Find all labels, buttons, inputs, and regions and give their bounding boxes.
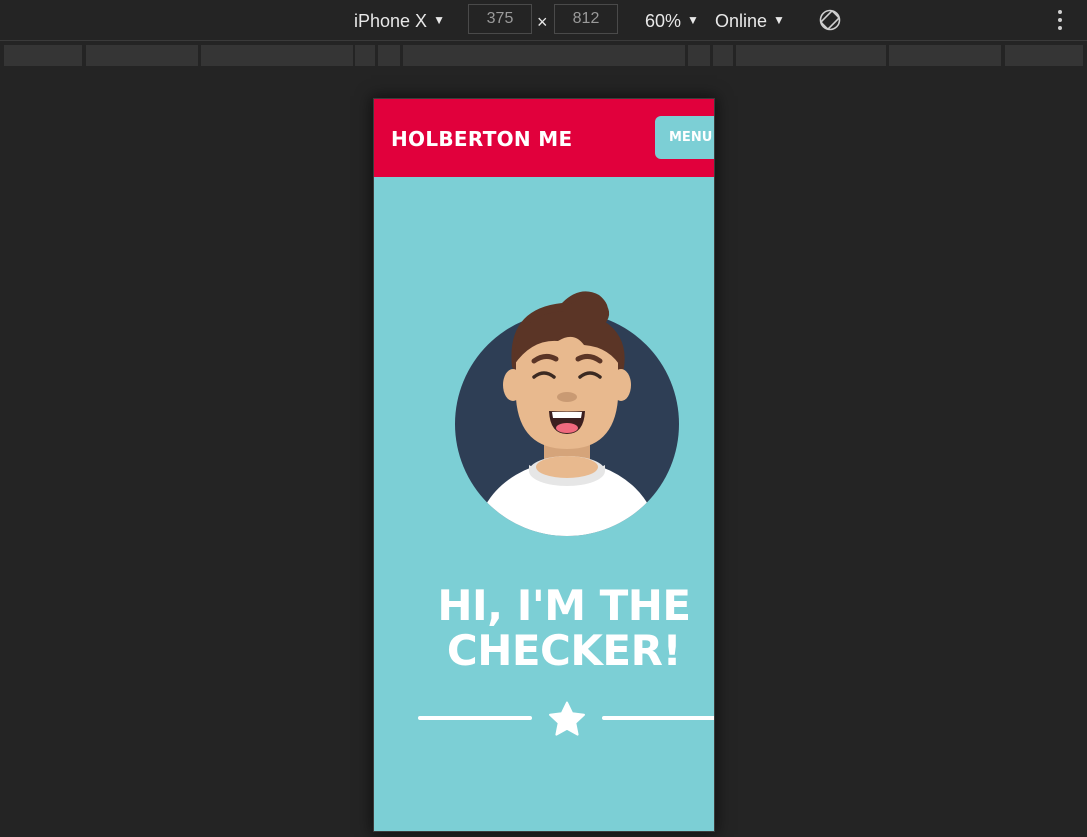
smiling-person-avatar-icon (455, 291, 679, 536)
divider-line-right (602, 716, 714, 720)
menu-button[interactable]: MENU (655, 116, 714, 159)
breakpoint-segment[interactable] (403, 45, 685, 66)
device-toolbar: iPhone X ▼ 375 × 812 60% ▼ Online ▼ (0, 0, 1087, 40)
rotate-icon[interactable] (818, 8, 842, 32)
network-throttle-selector[interactable]: Online ▼ (715, 0, 785, 40)
hero-title: HI, I'M THE CHECKER! (414, 583, 714, 673)
breakpoint-segment[interactable] (736, 45, 886, 66)
network-value: Online (715, 11, 768, 31)
breakpoint-ruler (0, 40, 1087, 69)
height-input[interactable]: 812 (554, 4, 618, 34)
breakpoint-segment[interactable] (378, 45, 400, 66)
zoom-selector[interactable]: 60% ▼ (645, 0, 699, 40)
divider-line-left (418, 716, 532, 720)
breakpoint-segment[interactable] (889, 45, 1001, 66)
hero-title-line-1: HI, I'M THE (437, 581, 691, 630)
device-viewport[interactable]: HOLBERTON ME MENU HI, I'M THE CHECKER! (373, 98, 715, 832)
breakpoint-segment[interactable] (201, 45, 353, 66)
zoom-value: 60% (645, 11, 682, 31)
site-logo[interactable]: HOLBERTON ME (391, 99, 572, 177)
more-options-icon[interactable] (1050, 9, 1070, 31)
breakpoint-segment[interactable] (4, 45, 82, 66)
device-name: iPhone X (354, 11, 428, 31)
breakpoint-segment[interactable] (86, 45, 198, 66)
caret-down-icon: ▼ (687, 13, 699, 27)
dimension-separator: × (537, 12, 548, 32)
hero-title-line-2: CHECKER! (446, 626, 682, 675)
breakpoint-segment[interactable] (688, 45, 710, 66)
caret-down-icon: ▼ (433, 13, 445, 27)
breakpoint-segment[interactable] (355, 45, 375, 66)
breakpoint-segment[interactable] (1005, 45, 1083, 66)
star-icon (549, 701, 585, 736)
device-selector[interactable]: iPhone X ▼ (354, 0, 445, 40)
site-header: HOLBERTON ME MENU (374, 99, 714, 177)
breakpoint-segment[interactable] (713, 45, 733, 66)
caret-down-icon: ▼ (773, 13, 785, 27)
width-input[interactable]: 375 (468, 4, 532, 34)
